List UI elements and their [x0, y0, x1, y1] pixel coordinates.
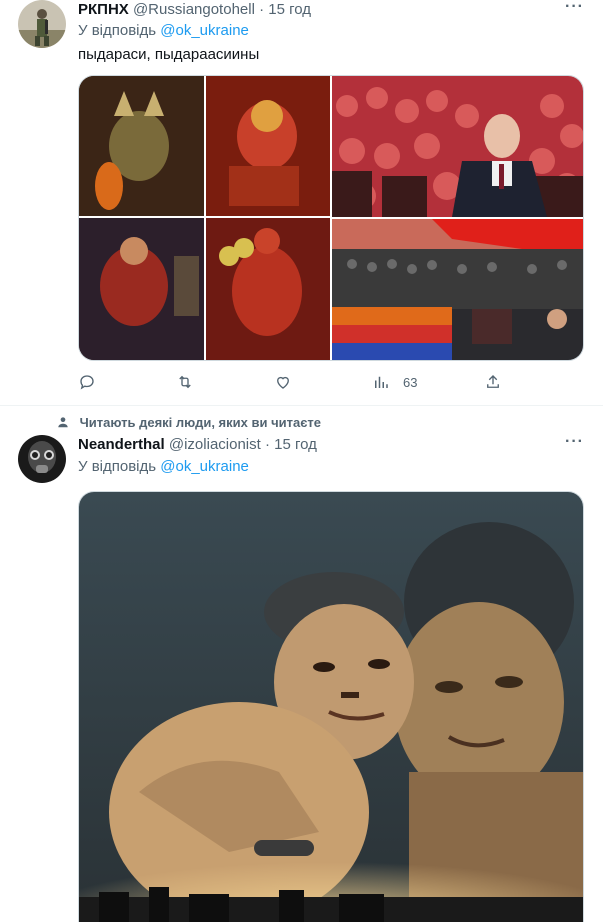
avatar[interactable] — [18, 0, 66, 48]
views-button[interactable]: 63 — [372, 373, 417, 391]
display-name[interactable]: РКПНХ — [78, 1, 129, 18]
avatar[interactable] — [18, 435, 66, 483]
tweet-1[interactable]: РКПНХ @Russiangotohell · 15 год ··· У ві… — [0, 0, 603, 405]
timestamp[interactable]: 15 год — [274, 436, 317, 453]
reply-to-link[interactable]: @ok_ukraine — [160, 22, 249, 39]
media-image-1[interactable] — [79, 76, 330, 360]
media-image-2[interactable] — [332, 76, 583, 217]
crowd-red-faces-image — [332, 76, 583, 217]
avatar-image — [18, 0, 66, 48]
reply-context: У відповідь @ok_ukraine — [78, 458, 249, 475]
caricature-painting-image — [79, 492, 583, 922]
more-options-button[interactable]: ··· — [565, 0, 584, 16]
user-handle[interactable]: @Russiangotohell — [133, 1, 255, 18]
like-button[interactable] — [274, 373, 292, 391]
more-options-button[interactable]: ··· — [565, 433, 584, 451]
reply-prefix: У відповідь — [78, 22, 157, 39]
more-horizontal-icon: ··· — [565, 0, 584, 15]
retweet-button[interactable] — [176, 373, 194, 391]
share-icon — [487, 375, 499, 388]
parade-square-image — [332, 219, 583, 360]
reply-to-link[interactable]: @ok_ukraine — [160, 458, 249, 475]
views-count: 63 — [403, 374, 418, 390]
person-icon — [58, 417, 68, 428]
media-image-3[interactable] — [332, 219, 583, 360]
reply-button[interactable] — [78, 373, 96, 391]
social-context[interactable]: Читають деякі люди, яких ви читаєте — [56, 415, 321, 430]
tweet-text: пыдараси, пыдараасиины — [78, 46, 260, 63]
media-grid[interactable] — [78, 75, 584, 361]
tweet-header: РКПНХ @Russiangotohell · 15 год — [78, 0, 311, 20]
reply-icon — [80, 375, 94, 390]
retweet-icon — [179, 375, 191, 389]
tweet-2[interactable]: Читають деякі люди, яких ви читаєте Nean… — [0, 406, 603, 922]
heart-icon — [277, 376, 289, 389]
user-handle[interactable]: @izoliacionist — [169, 436, 261, 453]
tweet-header: Neanderthal @izoliacionist · 15 год — [78, 435, 317, 455]
reply-context: У відповідь @ok_ukraine — [78, 22, 249, 39]
social-context-text: Читають деякі люди, яких ви читаєте — [79, 415, 321, 430]
timestamp[interactable]: 15 год — [268, 1, 311, 18]
reply-prefix: У відповідь — [78, 458, 157, 475]
separator-dot: · — [264, 436, 270, 453]
devils-painting-image — [79, 76, 330, 360]
display-name[interactable]: Neanderthal — [78, 436, 165, 453]
more-horizontal-icon: ··· — [565, 433, 584, 450]
avatar-image — [18, 435, 66, 483]
separator-dot: · — [259, 1, 265, 18]
media-image[interactable] — [78, 491, 584, 922]
share-button[interactable] — [484, 373, 502, 391]
views-icon — [375, 376, 388, 388]
